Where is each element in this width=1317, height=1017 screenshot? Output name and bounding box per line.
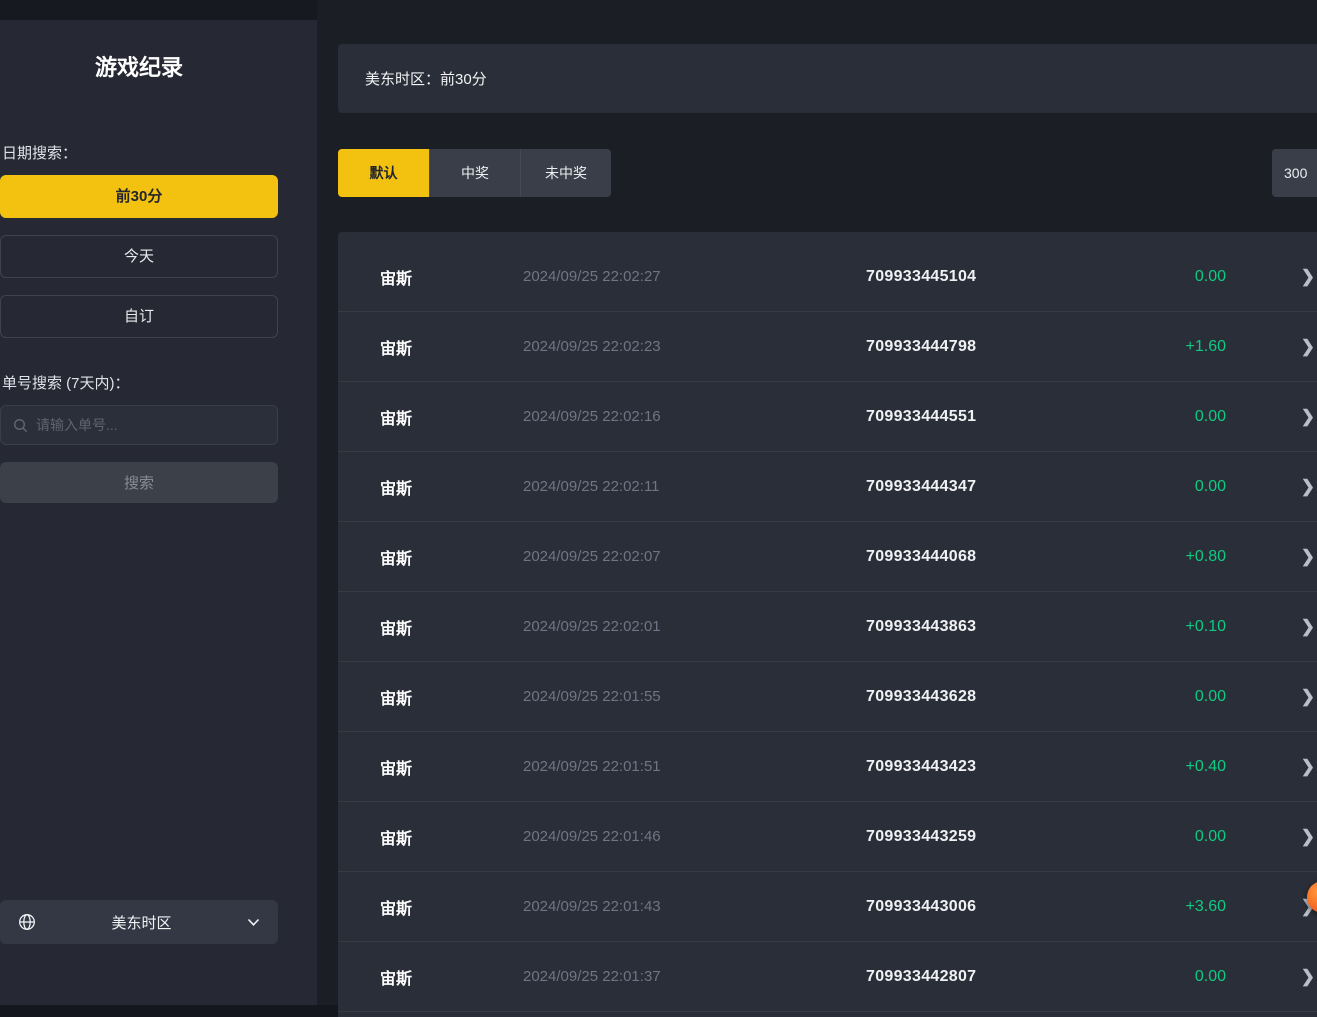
record-time: 2024/09/25 22:01:37	[523, 968, 866, 985]
game-name: 宙斯	[380, 475, 523, 499]
record-time: 2024/09/25 22:02:07	[523, 548, 866, 565]
chevron-right-icon: ❯	[1301, 617, 1315, 637]
order-search-label: 单号搜索 (7天内)：	[2, 372, 130, 393]
amount: +0.10	[1106, 618, 1226, 636]
order-number: 709933442807	[866, 968, 1106, 986]
page-title: 游戏纪录	[0, 50, 278, 82]
filter-tab[interactable]: 中奖	[429, 149, 520, 197]
amount: 0.00	[1106, 408, 1226, 426]
date-buttons: 前30分今天自订	[0, 175, 278, 355]
table-row[interactable]: 宙斯 2024/09/25 22:01:37 709933442807 0.00…	[338, 942, 1317, 1012]
game-name: 宙斯	[380, 335, 523, 359]
chevron-right-icon: ❯	[1301, 477, 1315, 497]
timezone-label: 美东时区	[36, 912, 247, 933]
record-time: 2024/09/25 22:01:46	[523, 828, 866, 845]
order-number: 709933444798	[866, 338, 1106, 356]
amount: 0.00	[1106, 478, 1226, 496]
date-filter-button[interactable]: 前30分	[0, 175, 278, 218]
filter-tabs: 默认中奖未中奖	[338, 149, 611, 197]
chevron-right-icon: ❯	[1301, 407, 1315, 427]
sidebar: 游戏纪录 日期搜索： 前30分今天自订 单号搜索 (7天内)： 搜索 美东时区	[0, 20, 317, 1005]
chevron-right-icon: ❯	[1301, 827, 1315, 847]
amount: +3.60	[1106, 898, 1226, 916]
game-name: 宙斯	[380, 615, 523, 639]
amount: +0.40	[1106, 758, 1226, 776]
table-row[interactable]: 宙斯 2024/09/25 22:02:07 709933444068 +0.8…	[338, 522, 1317, 592]
record-time: 2024/09/25 22:02:16	[523, 408, 866, 425]
record-time: 2024/09/25 22:02:23	[523, 338, 866, 355]
globe-icon	[18, 913, 36, 931]
table-row[interactable]: 宙斯 2024/09/25 22:02:11 709933444347 0.00…	[338, 452, 1317, 522]
amount: 0.00	[1106, 268, 1226, 286]
timezone-selector[interactable]: 美东时区	[0, 900, 278, 944]
record-time: 2024/09/25 22:01:43	[523, 898, 866, 915]
game-name: 宙斯	[380, 685, 523, 709]
order-number: 709933443628	[866, 688, 1106, 706]
record-time: 2024/09/25 22:02:11	[523, 478, 866, 495]
table-row[interactable]: 宙斯 2024/09/25 22:01:51 709933443423 +0.4…	[338, 732, 1317, 802]
order-number: 709933443423	[866, 758, 1106, 776]
order-number: 709933444347	[866, 478, 1106, 496]
search-icon	[13, 418, 28, 433]
record-time: 2024/09/25 22:01:55	[523, 688, 866, 705]
records-header-title: 美东时区：前30分	[365, 68, 487, 89]
order-number: 709933445104	[866, 268, 1106, 286]
amount: +0.80	[1106, 548, 1226, 566]
filter-tab[interactable]: 默认	[338, 149, 429, 197]
order-number: 709933443006	[866, 898, 1106, 916]
order-number: 709933443259	[866, 828, 1106, 846]
chevron-right-icon: ❯	[1301, 547, 1315, 567]
date-search-label: 日期搜索：	[2, 142, 77, 163]
order-number: 709933444068	[866, 548, 1106, 566]
order-number: 709933443863	[866, 618, 1106, 636]
chevron-right-icon: ❯	[1301, 687, 1315, 707]
page-size-select[interactable]: 300	[1272, 149, 1317, 197]
table-row[interactable]: 宙斯 2024/09/25 22:02:27 709933445104 0.00…	[338, 242, 1317, 312]
table-row[interactable]: 宙斯 2024/09/25 22:01:55 709933443628 0.00…	[338, 662, 1317, 732]
order-search-input[interactable]	[36, 417, 265, 433]
order-number: 709933444551	[866, 408, 1106, 426]
chevron-right-icon: ❯	[1301, 967, 1315, 987]
chevron-right-icon: ❯	[1301, 337, 1315, 357]
game-name: 宙斯	[380, 545, 523, 569]
chevron-right-icon: ❯	[1301, 267, 1315, 287]
table-row[interactable]: 宙斯 2024/09/25 22:01:46 709933443259 0.00…	[338, 802, 1317, 872]
chevron-down-icon	[247, 918, 260, 927]
table-row[interactable]: 宙斯 2024/09/25 22:02:16 709933444551 0.00…	[338, 382, 1317, 452]
chevron-right-icon: ❯	[1301, 757, 1315, 777]
record-time: 2024/09/25 22:01:51	[523, 758, 866, 775]
record-time: 2024/09/25 22:02:27	[523, 268, 866, 285]
table-row[interactable]: 宙斯 2024/09/25 22:02:01 709933443863 +0.1…	[338, 592, 1317, 662]
game-name: 宙斯	[380, 895, 523, 919]
game-name: 宙斯	[380, 755, 523, 779]
amount: 0.00	[1106, 828, 1226, 846]
amount: 0.00	[1106, 688, 1226, 706]
amount: +1.60	[1106, 338, 1226, 356]
table-row[interactable]: 宙斯 2024/09/25 22:01:43 709933443006 +3.6…	[338, 872, 1317, 942]
table-row[interactable]: 宙斯 2024/09/25 22:02:23 709933444798 +1.6…	[338, 312, 1317, 382]
filter-tab[interactable]: 未中奖	[520, 149, 611, 197]
main-content: 美东时区：前30分 默认中奖未中奖 300 宙斯 2024/09/25 22:0…	[317, 0, 1317, 1005]
date-filter-button[interactable]: 自订	[0, 295, 278, 338]
date-filter-button[interactable]: 今天	[0, 235, 278, 278]
search-button[interactable]: 搜索	[0, 462, 278, 503]
record-time: 2024/09/25 22:02:01	[523, 618, 866, 635]
records-header: 美东时区：前30分	[338, 44, 1317, 113]
records-table: 宙斯 2024/09/25 22:02:27 709933445104 0.00…	[338, 232, 1317, 1017]
game-name: 宙斯	[380, 825, 523, 849]
game-name: 宙斯	[380, 965, 523, 989]
amount: 0.00	[1106, 968, 1226, 986]
order-search-box	[0, 405, 278, 445]
game-name: 宙斯	[380, 405, 523, 429]
game-name: 宙斯	[380, 265, 523, 289]
